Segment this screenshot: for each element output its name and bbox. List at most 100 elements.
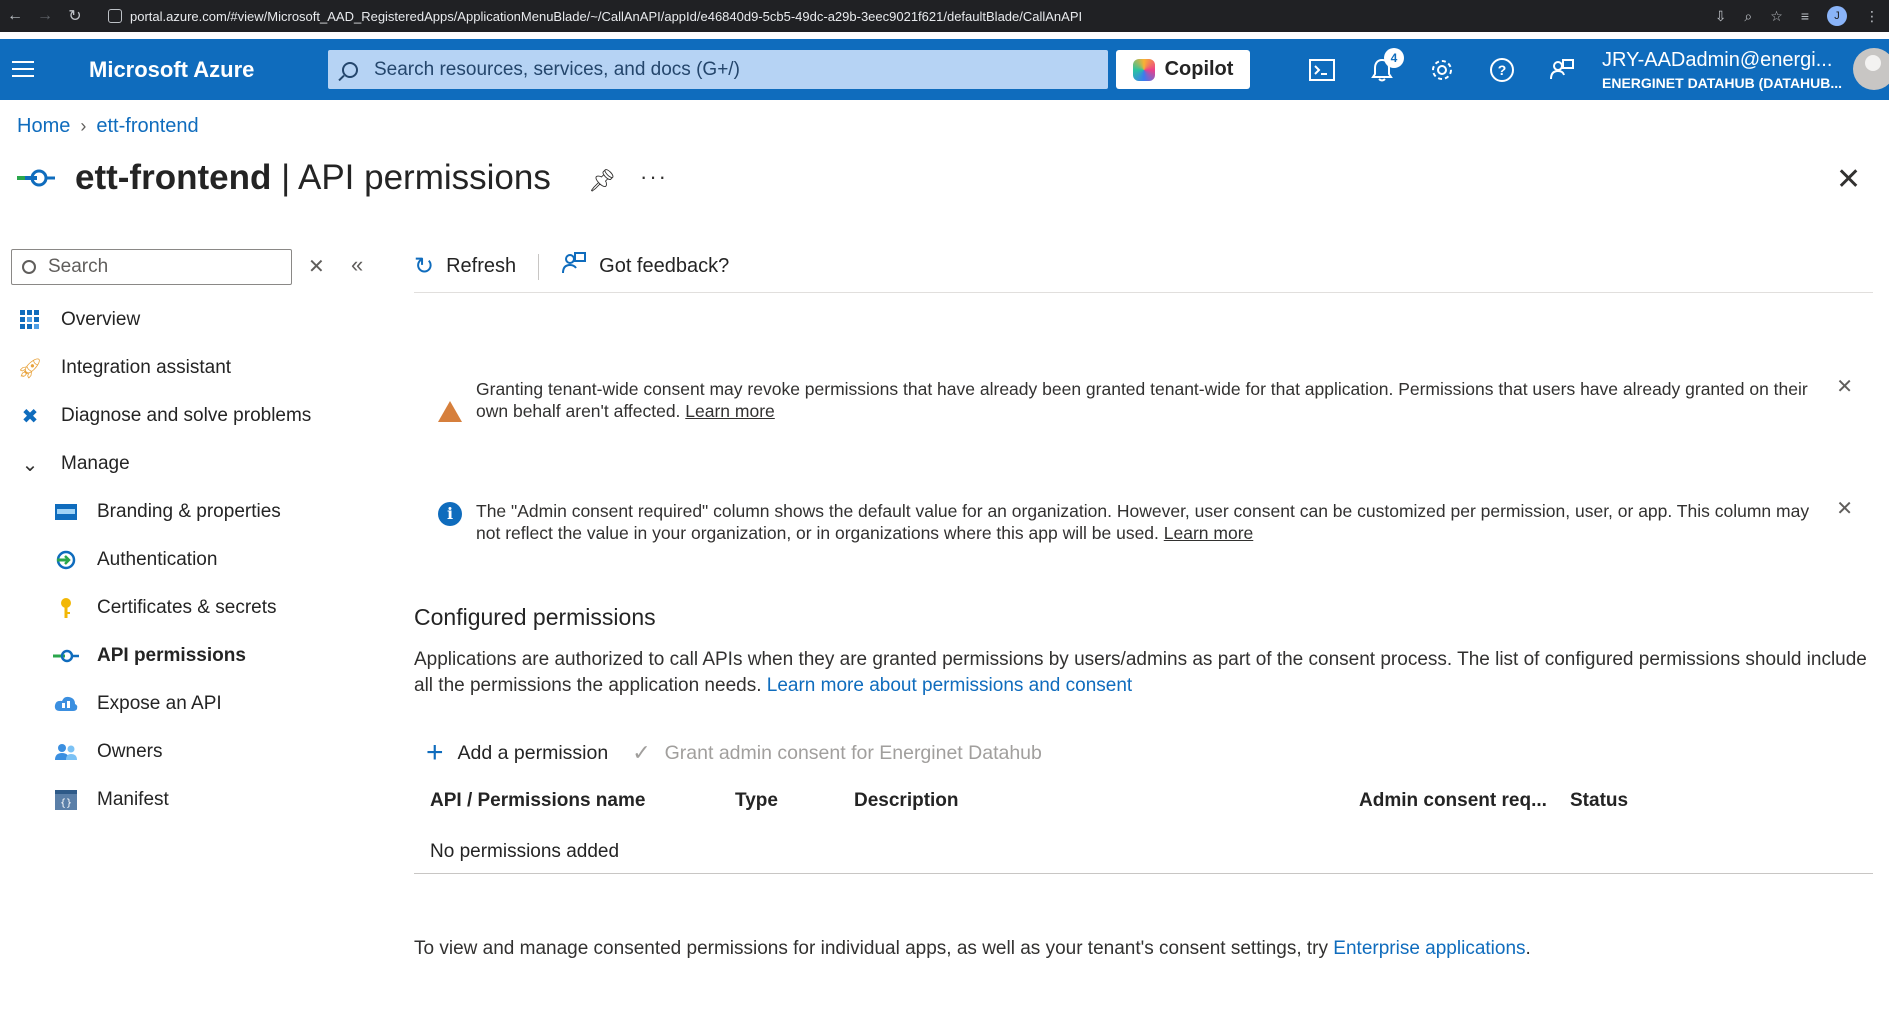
sidebar-item-expose-api[interactable]: Expose an API xyxy=(53,689,222,719)
sidebar-item-label: Certificates & secrets xyxy=(97,597,277,618)
sidebar-search-placeholder: Search xyxy=(48,256,109,277)
pin-icon[interactable]: 📌︎ xyxy=(588,168,616,194)
bookmark-star-icon[interactable]: ☆ xyxy=(1770,8,1783,25)
browser-menu-icon[interactable]: ⋮ xyxy=(1865,8,1879,25)
breadcrumb-current[interactable]: ett-frontend xyxy=(96,115,198,138)
cloud-shell-icon[interactable] xyxy=(1308,56,1336,84)
empty-table-message: No permissions added xyxy=(430,841,620,862)
refresh-button[interactable]: Refresh xyxy=(446,255,516,278)
sidebar-item-label: Overview xyxy=(61,309,141,330)
info-text: The "Admin consent required" column show… xyxy=(476,500,1826,544)
feedback-icon[interactable] xyxy=(1548,56,1576,84)
page-title: ett-frontend | API permissions xyxy=(75,158,551,198)
footer-suffix: . xyxy=(1525,938,1531,959)
warning-message: Granting tenant-wide consent may revoke … xyxy=(476,379,1808,421)
sidebar-item-diagnose[interactable]: ✖ Diagnose and solve problems xyxy=(17,401,312,431)
sidebar-item-label: Diagnose and solve problems xyxy=(61,405,312,426)
add-permission-button[interactable]: + Add a permission xyxy=(426,736,608,770)
sidebar-item-owners[interactable]: Owners xyxy=(53,737,162,767)
branding-icon xyxy=(53,500,79,524)
sidebar-item-certificates[interactable]: Certificates & secrets xyxy=(53,593,277,623)
chevron-down-icon: ⌄ xyxy=(21,453,39,476)
copilot-button[interactable]: Copilot xyxy=(1116,50,1250,89)
sidebar-item-branding[interactable]: Branding & properties xyxy=(53,497,281,527)
sidebar-item-manifest[interactable]: {} Manifest xyxy=(53,785,169,815)
sidebar-item-overview[interactable]: Overview xyxy=(17,305,140,335)
key-icon xyxy=(53,596,79,620)
notifications-icon[interactable]: 4 xyxy=(1368,48,1404,84)
sidebar-search-input[interactable]: Search xyxy=(11,249,292,285)
sidebar-group-manage[interactable]: ⌄ Manage xyxy=(17,449,130,479)
brand-title[interactable]: Microsoft Azure xyxy=(89,57,254,83)
more-options-icon[interactable]: ··· xyxy=(640,164,668,190)
refresh-icon[interactable]: ↻ xyxy=(414,252,434,281)
account-tenant: ENERGINET DATAHUB (DATAHUB... xyxy=(1602,75,1843,91)
global-search-input[interactable]: Search resources, services, and docs (G+… xyxy=(328,50,1108,89)
url-field[interactable]: portal.azure.com/#view/Microsoft_AAD_Reg… xyxy=(108,6,1082,26)
people-icon xyxy=(53,740,79,764)
forward-icon[interactable]: → xyxy=(30,7,60,25)
grant-admin-consent-button: ✓ Grant admin consent for Energinet Data… xyxy=(632,740,1042,766)
avatar[interactable] xyxy=(1853,48,1889,90)
column-header-type[interactable]: Type xyxy=(735,790,778,812)
add-permission-label: Add a permission xyxy=(457,741,609,764)
copilot-icon xyxy=(1132,58,1155,81)
column-header-admin-consent[interactable]: Admin consent req... xyxy=(1359,790,1547,812)
sidebar-item-api-permissions[interactable]: API permissions xyxy=(53,641,246,671)
sidebar-item-label: Branding & properties xyxy=(97,501,281,522)
warning-learn-more-link[interactable]: Learn more xyxy=(685,401,775,421)
clear-search-icon[interactable]: ✕ xyxy=(308,254,325,279)
info-icon: i xyxy=(438,502,462,526)
profile-avatar[interactable]: J xyxy=(1827,6,1847,26)
hamburger-menu-icon[interactable] xyxy=(12,61,34,82)
rocket-icon: 🚀︎ xyxy=(17,357,43,380)
sidebar-item-label: Manage xyxy=(61,453,130,474)
sidebar-item-authentication[interactable]: Authentication xyxy=(53,545,217,575)
section-description-text: Applications are authorized to call APIs… xyxy=(414,649,1867,696)
install-icon[interactable]: ⇩ xyxy=(1715,8,1727,25)
divider xyxy=(414,292,1873,293)
manifest-icon: {} xyxy=(53,788,79,812)
sidebar-item-label: Manifest xyxy=(97,789,169,810)
close-blade-icon[interactable]: ✕ xyxy=(1836,162,1861,197)
enterprise-applications-link[interactable]: Enterprise applications xyxy=(1333,938,1525,959)
settings-gear-icon[interactable] xyxy=(1428,56,1456,84)
back-icon[interactable]: ← xyxy=(0,7,30,25)
reload-icon[interactable]: ↻ xyxy=(60,6,90,26)
reading-list-icon[interactable]: ≡ xyxy=(1801,8,1809,24)
permission-actions: + Add a permission ✓ Grant admin consent… xyxy=(426,736,1042,770)
breadcrumb-home[interactable]: Home xyxy=(17,115,70,138)
dismiss-info-icon[interactable]: ✕ xyxy=(1836,498,1853,520)
column-header-status[interactable]: Status xyxy=(1570,790,1628,812)
account-menu[interactable]: JRY-AADadmin@energi... ENERGINET DATAHUB… xyxy=(1602,49,1842,91)
zoom-icon[interactable]: ⌕ xyxy=(1744,8,1752,25)
page-title-app: ett-frontend xyxy=(75,158,272,197)
checkmark-icon: ✓ xyxy=(632,740,651,765)
feedback-button[interactable]: Got feedback? xyxy=(599,255,729,278)
column-header-description[interactable]: Description xyxy=(854,790,959,812)
feedback-icon[interactable] xyxy=(561,251,587,282)
sidebar-item-integration-assistant[interactable]: 🚀︎ Integration assistant xyxy=(17,353,231,383)
url-text[interactable]: portal.azure.com/#view/Microsoft_AAD_Reg… xyxy=(130,9,1082,24)
grid-icon xyxy=(17,308,43,332)
command-bar: ↻ Refresh Got feedback? xyxy=(414,251,729,282)
help-icon[interactable]: ? xyxy=(1488,56,1516,84)
chevron-right-icon: › xyxy=(80,116,87,136)
authentication-icon xyxy=(53,548,79,572)
section-description: Applications are authorized to call APIs… xyxy=(414,647,1874,699)
wrench-icon: ✖ xyxy=(21,405,39,428)
page-title-separator: | xyxy=(271,158,298,197)
warning-text: Granting tenant-wide consent may revoke … xyxy=(476,378,1826,422)
breadcrumb: Home › ett-frontend xyxy=(17,115,199,138)
collapse-sidebar-icon[interactable]: « xyxy=(351,252,363,278)
dismiss-warning-icon[interactable]: ✕ xyxy=(1836,376,1853,398)
column-header-api-name[interactable]: API / Permissions name xyxy=(430,790,645,812)
permissions-consent-link[interactable]: Learn more about permissions and consent xyxy=(767,675,1132,696)
site-info-icon[interactable] xyxy=(108,9,122,23)
info-message: The "Admin consent required" column show… xyxy=(476,501,1810,543)
info-learn-more-link[interactable]: Learn more xyxy=(1164,523,1254,543)
search-icon xyxy=(342,61,358,78)
sidebar-item-label: Integration assistant xyxy=(61,357,232,378)
notification-badge: 4 xyxy=(1384,48,1404,68)
plus-icon: + xyxy=(426,736,444,769)
